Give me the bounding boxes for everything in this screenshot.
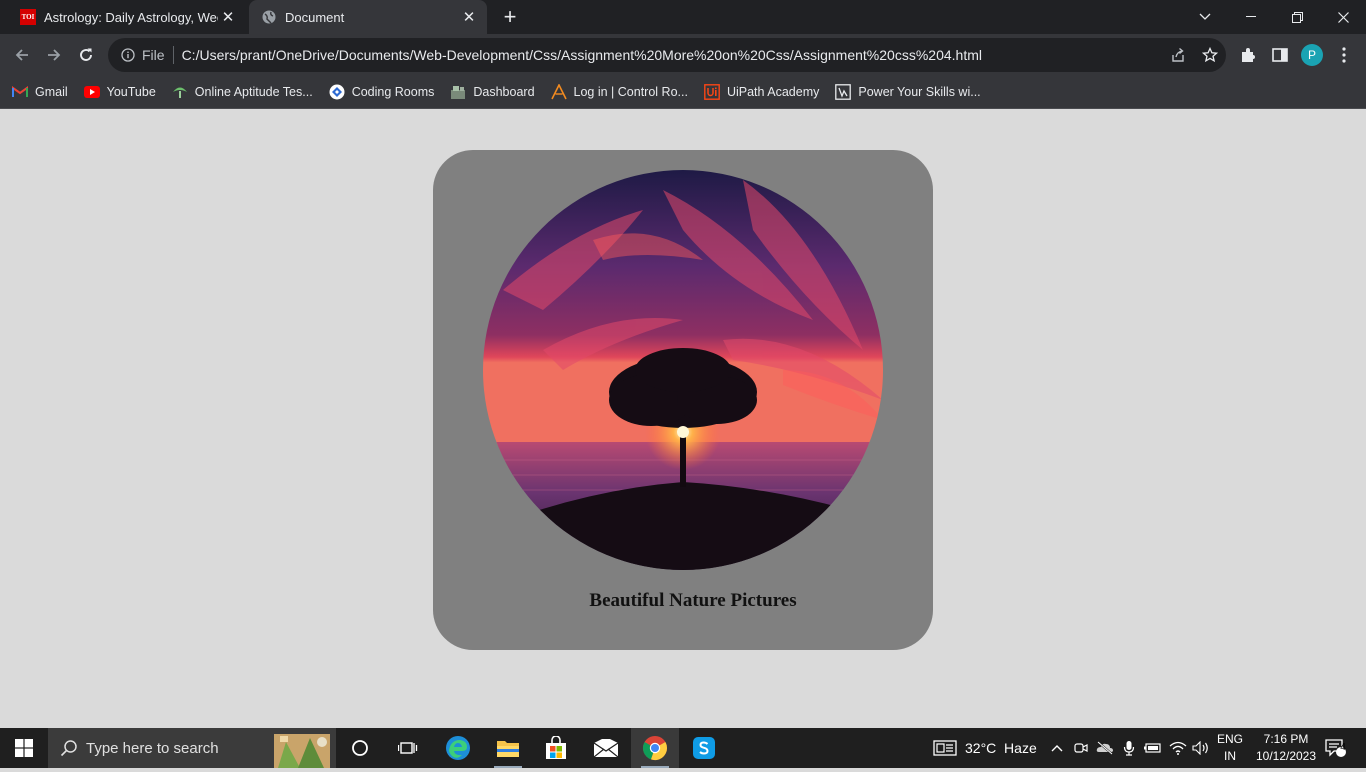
image-caption: Beautiful Nature Pictures [589,590,797,611]
sunset-tree-icon [483,170,883,570]
browser-chrome: TOI Astrology: Daily Astrology, Weekly ✕… [0,0,1366,109]
scheme-label: File [142,47,165,63]
microphone-icon[interactable] [1120,728,1138,768]
tab-document[interactable]: Document ✕ [249,0,487,34]
taskbar-search-box[interactable]: Type here to search [48,728,336,768]
task-view-icon[interactable] [384,728,432,768]
notification-center-icon[interactable]: 4 [1322,728,1350,768]
volume-icon[interactable] [1191,728,1211,768]
windows-taskbar: Type here to search 32°C Haze ENG IN 7:1… [0,728,1366,768]
mail-icon[interactable] [582,728,630,768]
aptitude-icon [172,84,188,100]
control-room-icon [550,84,567,100]
profile-avatar[interactable]: P [1299,42,1325,68]
bookmark-power-skills[interactable]: Power Your Skills wi... [835,84,981,100]
close-tab-icon[interactable]: ✕ [459,7,479,27]
new-tab-button[interactable]: + [498,5,522,29]
weather-icon [933,740,957,756]
skype-icon[interactable] [680,728,728,768]
bookmark-youtube[interactable]: YouTube [83,84,156,100]
forward-button[interactable] [41,42,67,68]
address-bar[interactable]: File C:/Users/prant/OneDrive/Documents/W… [108,38,1226,72]
image-card: Beautiful Nature Pictures [433,150,933,650]
search-highlight-art-icon [270,728,336,768]
weather-text: 32°C Haze [965,740,1037,756]
youtube-icon [83,84,100,100]
file-explorer-icon[interactable] [484,728,532,768]
tab-title: Document [285,9,345,25]
cortana-icon[interactable] [336,728,384,768]
bookmark-online-aptitude[interactable]: Online Aptitude Tes... [172,84,313,100]
taskbar-clock[interactable]: 7:16 PM 10/12/2023 [1248,731,1324,765]
coding-rooms-icon [329,84,345,100]
bookmark-dashboard[interactable]: Dashboard [450,84,535,100]
browser-toolbar: File C:/Users/prant/OneDrive/Documents/W… [0,34,1366,76]
clock-date: 10/12/2023 [1255,749,1317,763]
search-icon [60,739,78,757]
tab-search-icon[interactable] [1182,0,1228,34]
edge-icon[interactable] [434,728,482,768]
gmail-icon [12,84,28,100]
close-tab-icon[interactable]: ✕ [218,7,238,27]
weather-widget[interactable]: 32°C Haze [933,728,1037,768]
back-button[interactable] [9,42,35,68]
microsoft-store-icon[interactable] [532,728,580,768]
bookmark-control-room[interactable]: Log in | Control Ro... [550,84,688,100]
bookmark-gmail[interactable]: Gmail [12,84,68,100]
tab-strip: TOI Astrology: Daily Astrology, Weekly ✕… [0,0,1366,34]
input-language[interactable]: ENG IN [1212,731,1248,765]
notification-count: 4 [1340,742,1346,753]
bookmarks-bar: Gmail YouTube Online Aptitude Tes... Cod… [0,76,1366,109]
power-skills-icon [835,84,852,100]
globe-icon [261,9,277,25]
info-icon[interactable] [120,47,136,63]
onedrive-offline-icon[interactable] [1096,728,1114,768]
bookmark-coding-rooms[interactable]: Coding Rooms [329,84,434,100]
menu-kebab-icon[interactable] [1331,42,1357,68]
restore-button[interactable] [1274,0,1320,34]
search-placeholder: Type here to search [86,739,219,757]
show-hidden-icons-chevron-icon[interactable] [1048,728,1066,768]
dashboard-icon [450,84,466,100]
wifi-icon[interactable] [1168,728,1188,768]
close-window-button[interactable] [1320,0,1366,34]
address-separator [172,46,174,64]
reload-button[interactable] [73,42,99,68]
minimize-button[interactable] [1228,0,1274,34]
uipath-icon [704,84,720,100]
tab-astrology[interactable]: TOI Astrology: Daily Astrology, Weekly ✕ [8,0,246,34]
start-button[interactable] [0,728,48,768]
meet-now-icon[interactable] [1072,728,1090,768]
page-viewport: Beautiful Nature Pictures [0,109,1366,728]
tab-title: Astrology: Daily Astrology, Weekly [44,9,218,25]
url-text[interactable]: C:/Users/prant/OneDrive/Documents/Web-De… [182,47,1162,63]
chrome-icon[interactable] [631,728,679,768]
bookmark-uipath[interactable]: UiPath Academy [704,84,819,100]
bookmark-star-icon[interactable] [1194,47,1226,63]
share-icon[interactable] [1162,47,1194,63]
toi-favicon-icon: TOI [20,9,36,25]
battery-icon[interactable] [1143,728,1163,768]
side-panel-icon[interactable] [1267,42,1293,68]
extensions-icon[interactable] [1235,42,1261,68]
clock-time: 7:16 PM [1263,732,1309,746]
